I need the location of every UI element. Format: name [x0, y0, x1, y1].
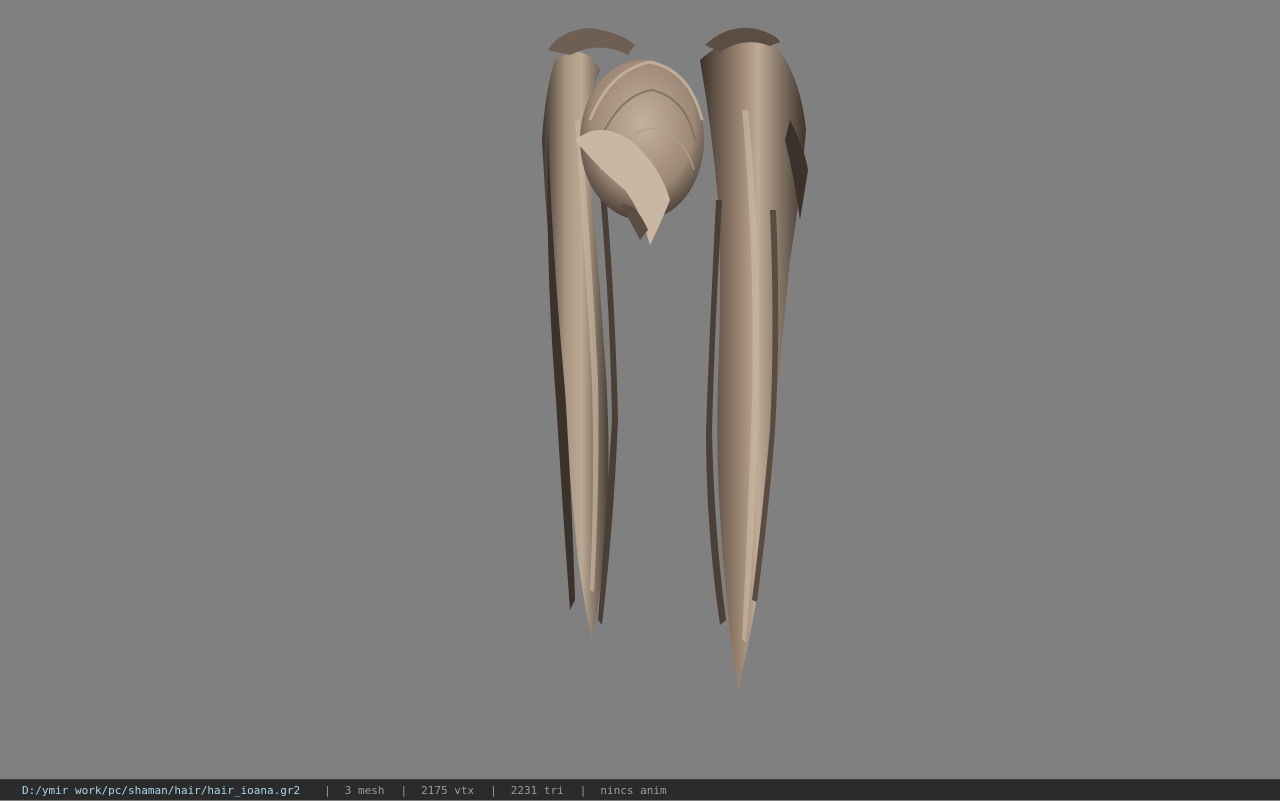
- 3d-viewport[interactable]: [0, 0, 1280, 779]
- separator: |: [324, 783, 331, 797]
- separator: |: [400, 783, 408, 797]
- right-ponytail: [700, 27, 808, 690]
- vertex-count: 2175 vtx: [421, 783, 475, 797]
- animation-status: nincs anim: [600, 783, 667, 797]
- file-path: D:/ymir work/pc/shaman/hair/hair_ioana.g…: [22, 783, 301, 797]
- separator: |: [490, 783, 497, 797]
- status-bar: D:/ymir work/pc/shaman/hair/hair_ioana.g…: [0, 779, 1280, 800]
- hair-model: [542, 27, 808, 690]
- mesh-count: 3 mesh: [344, 783, 385, 797]
- triangle-count: 2231 tri: [510, 783, 564, 797]
- separator: |: [579, 783, 587, 797]
